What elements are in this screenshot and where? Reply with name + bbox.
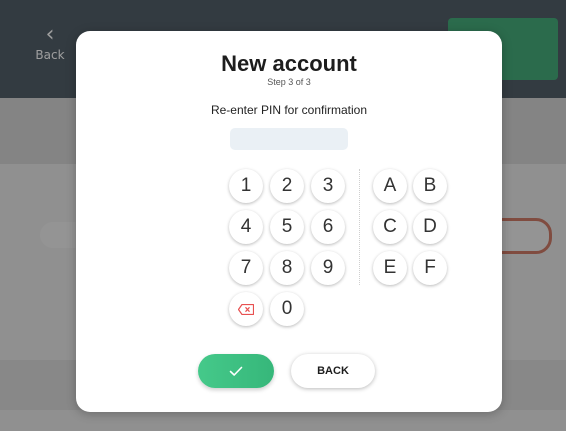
key-5[interactable]: 5 <box>270 210 304 244</box>
step-indicator: Step 3 of 3 <box>267 77 311 87</box>
key-b[interactable]: B <box>413 169 447 203</box>
key-d[interactable]: D <box>413 210 447 244</box>
new-account-dialog: New account Step 3 of 3 Re-enter PIN for… <box>76 31 502 412</box>
key-1[interactable]: 1 <box>229 169 263 203</box>
check-icon <box>229 366 243 376</box>
backspace-icon <box>238 303 254 315</box>
key-9[interactable]: 9 <box>311 251 345 285</box>
key-7[interactable]: 7 <box>229 251 263 285</box>
key-a[interactable]: A <box>373 169 407 203</box>
key-8[interactable]: 8 <box>270 251 304 285</box>
pin-confirm-field[interactable] <box>230 128 348 150</box>
keypad-divider <box>359 169 360 285</box>
key-f[interactable]: F <box>413 251 447 285</box>
confirm-button[interactable] <box>198 354 274 388</box>
pin-instruction: Re-enter PIN for confirmation <box>210 103 368 117</box>
key-6[interactable]: 6 <box>311 210 345 244</box>
key-0[interactable]: 0 <box>270 292 304 326</box>
back-button[interactable]: BACK <box>291 354 375 388</box>
screen: ‹ Back New account Step 3 of 3 Re-enter … <box>0 0 566 431</box>
key-2[interactable]: 2 <box>270 169 304 203</box>
delete-key[interactable] <box>229 292 263 326</box>
key-3[interactable]: 3 <box>311 169 345 203</box>
key-4[interactable]: 4 <box>229 210 263 244</box>
key-c[interactable]: C <box>373 210 407 244</box>
dialog-title: New account <box>221 51 357 76</box>
key-e[interactable]: E <box>373 251 407 285</box>
